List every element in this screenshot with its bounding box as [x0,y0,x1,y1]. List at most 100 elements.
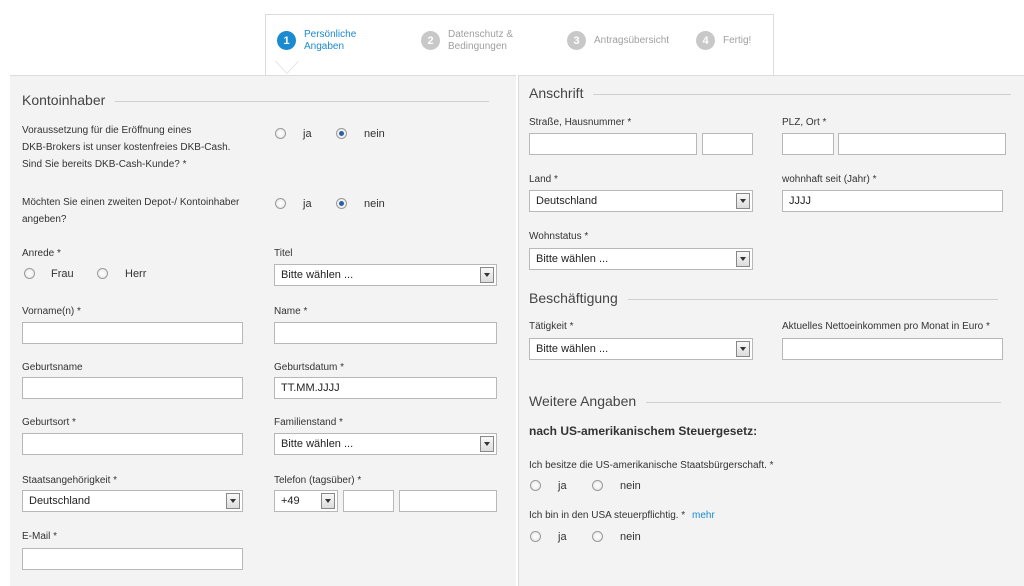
us-citizen-nein-radio[interactable] [592,480,603,491]
us-taxable-ja-radio[interactable] [530,531,541,542]
ort-input[interactable] [838,133,1006,155]
step-1-number: 1 [277,31,296,50]
step-4-label: Fertig! [723,35,752,46]
anschrift-panel: Anschrift Straße, Hausnummer * PLZ, Ort … [518,75,1024,586]
anrede-herr-label: Herr [125,268,147,280]
section-divider [646,402,1002,403]
kontoinhaber-panel: Kontoinhaber Voraussetzung für die Eröff… [10,75,516,586]
familienstand-select-value: Bitte wählen ... [281,438,354,450]
us-taxable-question-row: Ich bin in den USA steuerpflichtig. * me… [529,507,715,524]
telefon-label: Telefon (tagsüber) * [274,475,362,486]
staatsangehoerigkeit-select[interactable]: Deutschland [22,490,243,512]
name-label: Name * [274,306,308,317]
telefon-prefix-select[interactable]: +49 [274,490,338,512]
vorname-label: Vorname(n) * [22,306,81,317]
section-kontoinhaber-title: Kontoinhaber [22,92,106,108]
section-anschrift-title: Anschrift [529,85,584,101]
land-select[interactable]: Deutschland [529,190,753,212]
hausnummer-input[interactable] [702,133,753,155]
geburtsdatum-input[interactable]: TT.MM.JJJJ [274,377,497,399]
email-label: E-Mail * [22,531,58,542]
dkb-cash-question: Voraussetzung für die Eröffnung eines DK… [22,125,231,170]
name-input[interactable] [274,322,497,344]
mehr-link[interactable]: mehr [692,510,715,521]
step-1[interactable]: 1 Persönliche Angaben [277,29,357,53]
plz-ort-label: PLZ, Ort * [782,117,827,128]
anrede-herr-radio[interactable] [97,268,108,279]
email-input[interactable] [22,548,243,570]
second-holder-ja-label: ja [303,198,312,210]
land-select-value: Deutschland [536,195,598,207]
staatsangehoerigkeit-select-value: Deutschland [29,495,91,507]
nettoeinkommen-input[interactable] [782,338,1003,360]
geburtsdatum-label: Geburtsdatum * [274,362,345,373]
dkb-cash-nein-radio[interactable] [336,128,347,139]
step-3-label: Antragsübersicht [594,35,670,46]
nettoeinkommen-label: Aktuelles Nettoeinkommen pro Monat in Eu… [782,321,990,332]
dkb-cash-ja-radio[interactable] [275,128,286,139]
step-pointer [276,61,298,73]
chevron-down-icon [480,267,494,283]
plz-input[interactable] [782,133,834,155]
section-weitere-title: Weitere Angaben [529,393,637,409]
second-holder-ja-radio[interactable] [275,198,286,209]
section-kontoinhaber: Kontoinhaber [22,92,490,108]
step-4-number: 4 [696,31,715,50]
taetigkeit-select[interactable]: Bitte wählen ... [529,338,753,360]
titel-select-value: Bitte wählen ... [281,269,354,281]
wohnstatus-select[interactable]: Bitte wählen ... [529,248,753,270]
telefon-vorwahl-input[interactable] [343,490,394,512]
wohnstatus-select-value: Bitte wählen ... [536,253,609,265]
step-3-number: 3 [567,31,586,50]
anrede-frau-radio[interactable] [24,268,35,279]
section-divider [593,94,1012,95]
us-tax-heading: nach US-amerikanischem Steuergesetz: [529,424,758,438]
familienstand-select[interactable]: Bitte wählen ... [274,433,497,455]
telefon-prefix-value: +49 [281,495,300,507]
geburtsort-label: Geburtsort * [22,417,76,428]
section-beschaeftigung: Beschäftigung [529,290,998,306]
section-divider [627,299,998,300]
step-2-label: Datenschutz & Bedingungen [448,29,514,52]
strasse-input[interactable] [529,133,697,155]
titel-label: Titel [274,248,293,259]
dkb-cash-nein-label: nein [364,128,385,140]
step-3[interactable]: 3 Antragsübersicht [567,31,669,50]
wohnhaft-input[interactable]: JJJJ [782,190,1003,212]
us-citizen-question: Ich besitze die US-amerikanische Staatsb… [529,460,774,471]
us-taxable-nein-radio[interactable] [592,531,603,542]
land-label: Land * [529,174,558,185]
titel-select[interactable]: Bitte wählen ... [274,264,497,286]
section-weitere-angaben: Weitere Angaben [529,393,1002,409]
staatsangehoerigkeit-label: Staatsangehörigkeit * [22,475,118,486]
anrede-frau-label: Frau [51,268,74,280]
second-holder-nein-radio[interactable] [336,198,347,209]
second-holder-question: Möchten Sie einen zweiten Depot-/ Kontoi… [22,197,240,225]
us-citizen-ja-label: ja [558,480,567,492]
section-anschrift: Anschrift [529,85,1012,101]
vorname-input[interactable] [22,322,243,344]
telefon-nummer-input[interactable] [399,490,497,512]
us-taxable-ja-label: ja [558,531,567,543]
strasse-label: Straße, Hausnummer * [529,117,632,128]
taetigkeit-label: Tätigkeit * [529,321,574,332]
section-divider [115,101,490,102]
step-1-label: Persönliche Angaben [304,29,357,52]
us-citizen-ja-radio[interactable] [530,480,541,491]
geburtsort-input[interactable] [22,433,243,455]
step-2[interactable]: 2 Datenschutz & Bedingungen [421,29,514,53]
anrede-label: Anrede * [22,248,61,259]
chevron-down-icon [321,493,335,509]
us-taxable-question: Ich bin in den USA steuerpflichtig. * [529,510,686,521]
taetigkeit-select-value: Bitte wählen ... [536,343,609,355]
us-taxable-nein-label: nein [620,531,641,543]
progress-steps: 1 Persönliche Angaben 2 Datenschutz & Be… [265,14,774,76]
section-beschaeftigung-title: Beschäftigung [529,290,618,306]
geburtsname-input[interactable] [22,377,243,399]
geburtsname-label: Geburtsname [22,362,83,373]
chevron-down-icon [480,436,494,452]
familienstand-label: Familienstand * [274,417,343,428]
step-2-number: 2 [421,31,440,50]
step-4[interactable]: 4 Fertig! [696,31,751,50]
wohnhaft-label: wohnhaft seit (Jahr) * [782,174,877,185]
